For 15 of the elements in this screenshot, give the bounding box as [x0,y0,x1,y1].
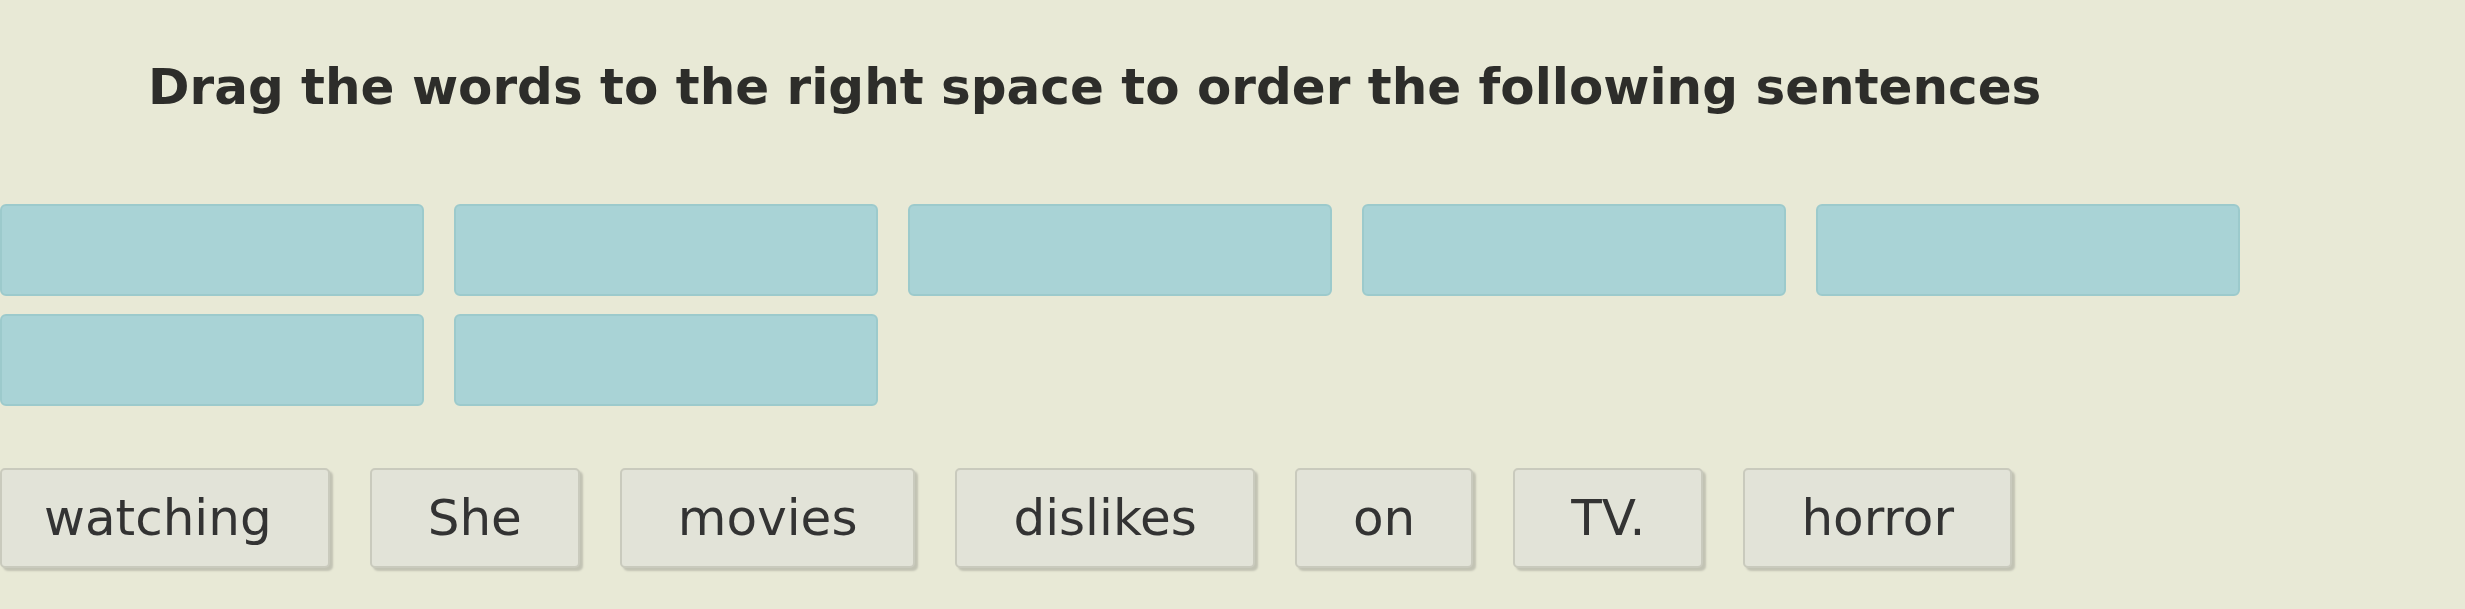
drop-slot[interactable] [1816,204,2240,296]
drop-slot[interactable] [1362,204,1786,296]
instruction-title: Drag the words to the right space to order the following sentences [148,62,2043,112]
drop-slot[interactable] [0,314,424,406]
drop-slot[interactable] [454,314,878,406]
word-tile[interactable]: She [369,468,580,568]
word-tile[interactable]: watching [0,468,330,568]
drop-slot[interactable] [454,204,878,296]
word-tile[interactable]: TV. [1513,468,1704,568]
word-tile[interactable]: movies [619,468,916,568]
word-tile[interactable]: on [1294,468,1474,568]
drop-slot[interactable] [908,204,1332,296]
word-tile[interactable]: dislikes [955,468,1255,568]
drop-slot[interactable] [0,204,424,296]
word-tile[interactable]: horror [1743,468,2012,568]
